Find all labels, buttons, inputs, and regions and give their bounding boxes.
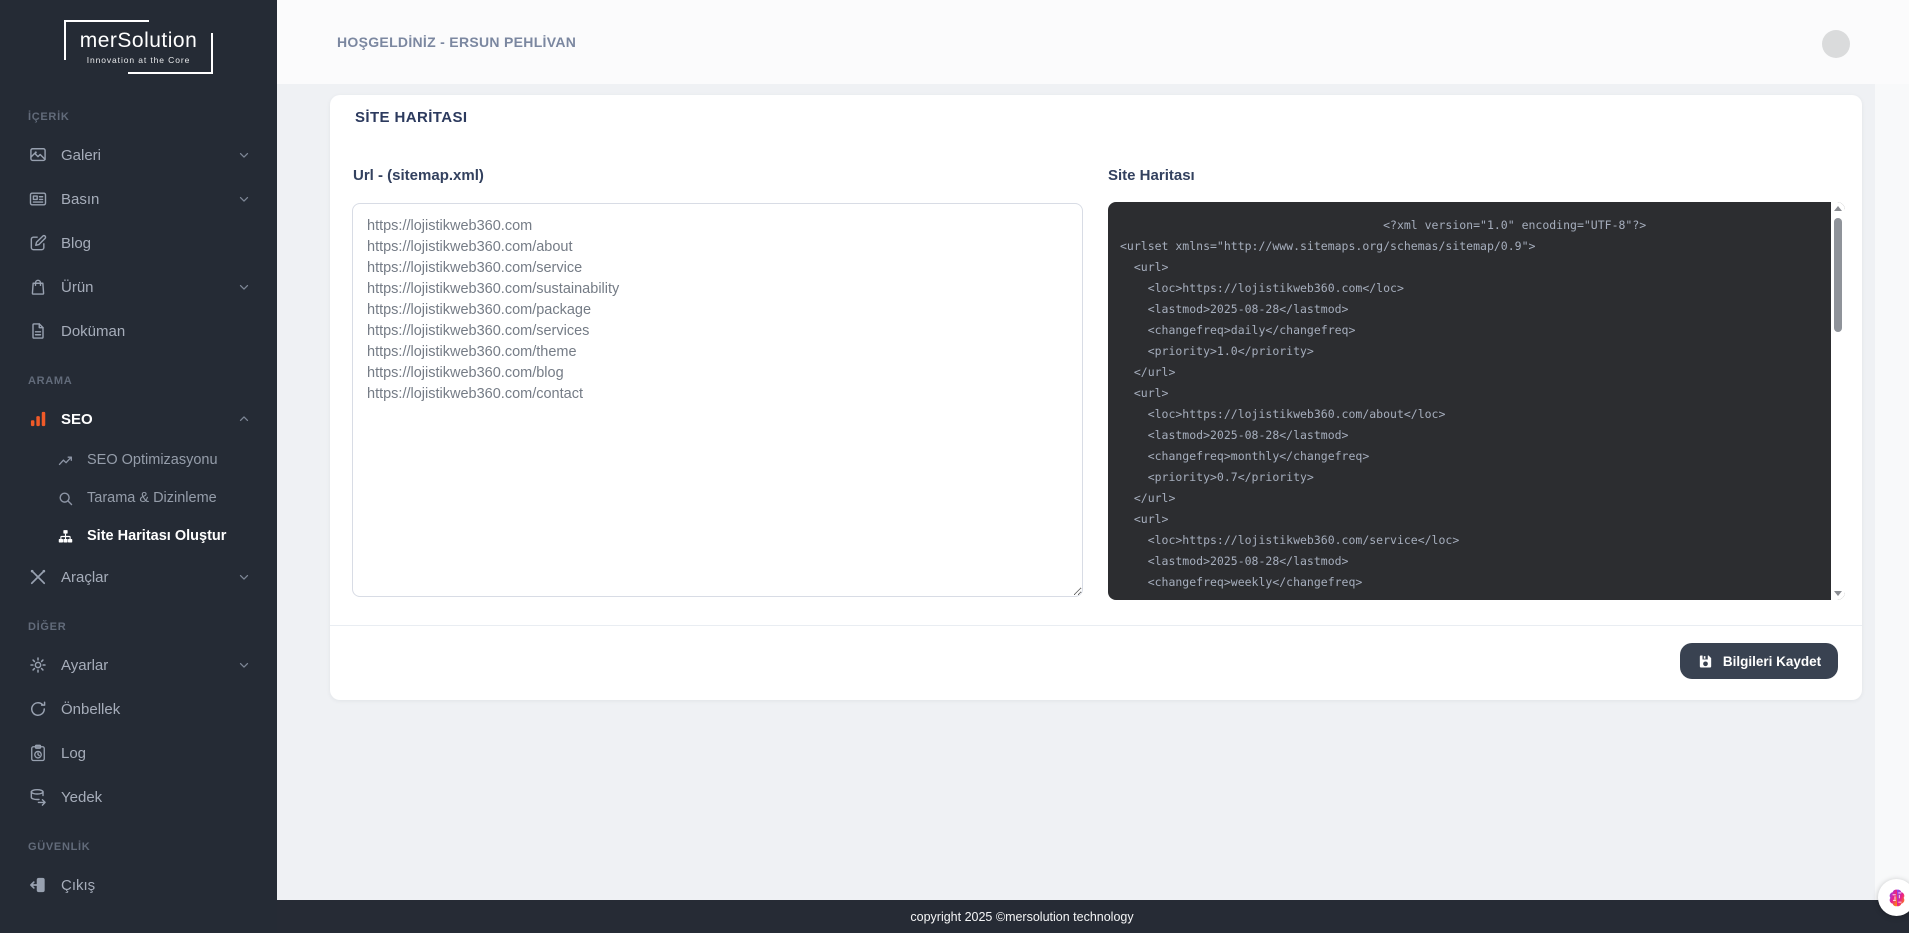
sitemap-url-textarea[interactable]: https://lojistikweb360.com https://lojis… <box>352 203 1083 597</box>
sidebar-item-ayarlar[interactable]: Ayarlar <box>0 643 277 687</box>
brand-tagline: Innovation at the Core <box>80 55 198 65</box>
url-field-label: Url - (sitemap.xml) <box>353 167 484 184</box>
top-header: HOŞGELDİNİZ - ERSUN PEHLİVAN <box>277 0 1909 84</box>
sidebar-item-label: Basın <box>61 191 99 208</box>
seo-bars-icon <box>28 409 48 429</box>
sidebar-item-label: Doküman <box>61 323 125 340</box>
sidebar-item-tarama-dizinleme[interactable]: Tarama & Dizinleme <box>0 479 277 517</box>
gallery-icon <box>28 145 48 165</box>
page: merSolution Innovation at the Core İÇERİ… <box>0 0 1909 933</box>
news-icon <box>28 189 48 209</box>
sitemap-card: SİTE HARİTASI Url - (sitemap.xml) https:… <box>330 95 1862 700</box>
sidebar-item-label: Blog <box>61 235 91 252</box>
sidebar-item-label: Yedek <box>61 789 102 806</box>
sidebar-item-label: Log <box>61 745 86 762</box>
sidebar-item-label: Ayarlar <box>61 657 108 674</box>
sidebar-item-seo-optimizasyonu[interactable]: SEO Optimizasyonu <box>0 441 277 479</box>
document-icon <box>28 321 48 341</box>
sidebar-item-basin[interactable]: Basın <box>0 177 277 221</box>
sitemap-output-label: Site Haritası <box>1108 167 1195 184</box>
code-scrollbar[interactable] <box>1831 202 1845 600</box>
chevron-down-icon <box>237 148 251 162</box>
card-footer-divider <box>330 625 1862 626</box>
save-button-label: Bilgileri Kaydet <box>1723 654 1821 669</box>
sidebar-item-label: Çıkış <box>61 877 95 894</box>
chevron-down-icon <box>237 570 251 584</box>
sidebar-item-site-haritasi-olustur[interactable]: Site Haritası Oluştur <box>0 517 277 555</box>
sidebar: merSolution Innovation at the Core İÇERİ… <box>0 0 277 933</box>
brand-name: merSolution <box>80 29 198 53</box>
chevron-down-icon <box>237 280 251 294</box>
sidebar-item-label: Site Haritası Oluştur <box>87 528 226 544</box>
sidebar-section-diger: DİĞER <box>28 621 249 633</box>
sidebar-item-galeri[interactable]: Galeri <box>0 133 277 177</box>
backup-icon <box>28 787 48 807</box>
sidebar-item-label: SEO <box>61 411 93 428</box>
sidebar-section-icerik: İÇERİK <box>28 111 249 123</box>
sidebar-item-seo[interactable]: SEO <box>0 397 277 441</box>
sidebar-section-guvenlik: GÜVENLİK <box>28 841 249 853</box>
brand-logo[interactable]: merSolution Innovation at the Core <box>0 0 277 95</box>
scrollbar-thumb[interactable] <box>1834 218 1842 332</box>
footer: copyright 2025 ©mersolution technology <box>0 900 1909 933</box>
sidebar-item-dokuman[interactable]: Doküman <box>0 309 277 353</box>
sidebar-item-label: Tarama & Dizinleme <box>87 490 217 506</box>
assistant-fab[interactable] <box>1878 879 1909 916</box>
sidebar-item-urun[interactable]: Ürün <box>0 265 277 309</box>
sidebar-item-blog[interactable]: Blog <box>0 221 277 265</box>
search-icon <box>57 490 74 507</box>
bag-icon <box>28 277 48 297</box>
refresh-icon <box>28 699 48 719</box>
card-title: SİTE HARİTASI <box>355 109 467 126</box>
log-icon <box>28 743 48 763</box>
chevron-down-icon <box>237 192 251 206</box>
sitemap-xml-code: <?xml version="1.0" encoding="UTF-8"?> <… <box>1108 202 1845 600</box>
sidebar-item-label: Önbellek <box>61 701 120 718</box>
sidebar-item-label: Galeri <box>61 147 101 164</box>
footer-copyright: copyright 2025 ©mersolution technology <box>910 910 1133 924</box>
chevron-down-icon <box>237 658 251 672</box>
edit-icon <box>28 233 48 253</box>
brain-icon <box>1886 887 1908 909</box>
sidebar-item-onbellek[interactable]: Önbellek <box>0 687 277 731</box>
sitemap-icon <box>57 528 74 545</box>
scrollbar-down-arrow[interactable] <box>1834 591 1842 596</box>
logout-icon <box>28 875 48 895</box>
sidebar-item-label: SEO Optimizasyonu <box>87 452 218 468</box>
sidebar-item-label: Ürün <box>61 279 94 296</box>
line-chart-icon <box>57 452 74 469</box>
save-floppy-icon <box>1697 653 1714 670</box>
sidebar-section-arama: ARAMA <box>28 375 249 387</box>
sidebar-item-cikis[interactable]: Çıkış <box>0 863 277 907</box>
tools-icon <box>28 567 48 587</box>
sidebar-item-araclar[interactable]: Araçlar <box>0 555 277 599</box>
welcome-text: HOŞGELDİNİZ - ERSUN PEHLİVAN <box>337 34 576 50</box>
sidebar-item-log[interactable]: Log <box>0 731 277 775</box>
page-scrollbar-gutter[interactable] <box>1875 84 1909 900</box>
sidebar-item-label: Araçlar <box>61 569 109 586</box>
brand-logo-frame: merSolution Innovation at the Core <box>64 20 214 76</box>
sitemap-xml-panel: <?xml version="1.0" encoding="UTF-8"?> <… <box>1108 202 1845 600</box>
save-button[interactable]: Bilgileri Kaydet <box>1680 643 1838 679</box>
chevron-up-icon <box>237 412 251 426</box>
sidebar-item-yedek[interactable]: Yedek <box>0 775 277 819</box>
gear-icon <box>28 655 48 675</box>
scrollbar-up-arrow[interactable] <box>1834 206 1842 211</box>
avatar[interactable] <box>1822 30 1850 58</box>
